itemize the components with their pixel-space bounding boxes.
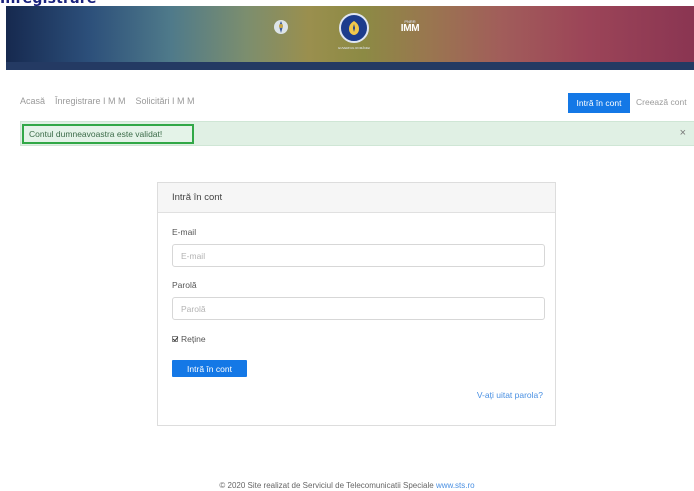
forgot-password-link[interactable]: V-ați uitat parola? bbox=[477, 390, 543, 400]
email-input[interactable] bbox=[172, 244, 545, 267]
email-label: E-mail bbox=[172, 227, 197, 237]
login-submit-button[interactable]: Intră în cont bbox=[172, 360, 247, 377]
checkbox-checked-icon[interactable] bbox=[172, 336, 178, 342]
nav-login-button[interactable]: Intră în cont bbox=[568, 93, 630, 113]
footer-link[interactable]: www.sts.ro bbox=[436, 481, 475, 490]
government-logo-icon: GUVERNUL ROMÂNIEI bbox=[332, 8, 376, 54]
login-card: Intră în cont E-mail Parolă Reține Intră… bbox=[157, 182, 556, 426]
top-navigation: Acasă Înregistrare I M M Solicitări I M … bbox=[20, 96, 195, 106]
password-label: Parolă bbox=[172, 280, 197, 290]
imm-logo-icon: PNRR IMM bbox=[400, 18, 420, 34]
password-input[interactable] bbox=[172, 297, 545, 320]
footer: © 2020 Site realizat de Serviciul de Tel… bbox=[0, 481, 694, 490]
alert-close-icon[interactable]: × bbox=[680, 127, 686, 139]
alert-message: Contul dumneavoastra este validat! bbox=[22, 124, 194, 144]
success-alert: Contul dumneavoastra este validat! × bbox=[20, 121, 694, 146]
login-card-title: Intră în cont bbox=[158, 183, 555, 213]
remember-label: Reține bbox=[181, 334, 206, 344]
footer-text: © 2020 Site realizat de Serviciul de Tel… bbox=[219, 481, 434, 490]
nav-home-link[interactable]: Acasă bbox=[20, 96, 45, 106]
emblem-logo-icon bbox=[272, 18, 290, 36]
nav-create-account-link[interactable]: Creează cont bbox=[636, 97, 687, 107]
remember-checkbox[interactable]: Reține bbox=[172, 334, 206, 344]
header-banner-bottom bbox=[6, 62, 694, 70]
nav-requests-imm-link[interactable]: Solicitări I M M bbox=[136, 96, 195, 106]
nav-register-imm-link[interactable]: Înregistrare I M M bbox=[55, 96, 126, 106]
